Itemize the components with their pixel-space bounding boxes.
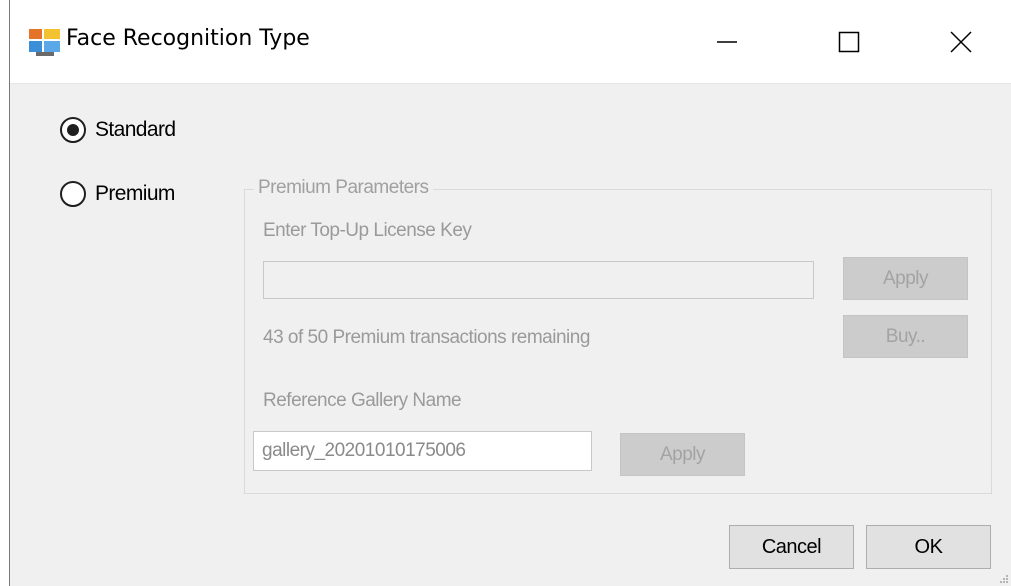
- resize-grip-icon[interactable]: [999, 574, 1009, 584]
- apply-gallery-button[interactable]: Apply: [620, 433, 745, 476]
- gallery-name-label: Reference Gallery Name: [263, 390, 462, 411]
- app-window-icon: [29, 29, 60, 56]
- maximize-button[interactable]: [804, 0, 894, 84]
- gallery-name-input[interactable]: gallery_20201010175006: [253, 431, 592, 471]
- premium-parameters-legend: Premium Parameters: [254, 177, 433, 199]
- cancel-button[interactable]: Cancel: [729, 525, 854, 569]
- premium-radio-button[interactable]: [60, 181, 86, 207]
- standard-radio-button[interactable]: [60, 117, 86, 143]
- close-icon: [950, 31, 972, 53]
- maximize-icon: [838, 31, 860, 53]
- close-button[interactable]: [916, 0, 1006, 84]
- window-title: Face Recognition Type: [66, 26, 310, 51]
- apply-license-button[interactable]: Apply: [843, 257, 968, 300]
- premium-radio[interactable]: Premium: [60, 181, 175, 207]
- license-key-label: Enter Top-Up License Key: [263, 220, 472, 241]
- transactions-remaining-text: 43 of 50 Premium transactions remaining: [263, 327, 590, 348]
- title-bar[interactable]: Face Recognition Type: [10, 0, 1011, 84]
- ok-button[interactable]: OK: [866, 525, 991, 569]
- standard-radio[interactable]: Standard: [60, 117, 176, 143]
- standard-radio-label[interactable]: Standard: [95, 118, 176, 142]
- minimize-button[interactable]: [682, 0, 772, 84]
- premium-radio-label[interactable]: Premium: [95, 182, 175, 206]
- minimize-icon: [717, 41, 737, 43]
- dialog-window: Face Recognition Type Standard Premium P…: [9, 0, 1011, 586]
- buy-button[interactable]: Buy..: [843, 315, 968, 358]
- license-key-input[interactable]: [263, 261, 814, 299]
